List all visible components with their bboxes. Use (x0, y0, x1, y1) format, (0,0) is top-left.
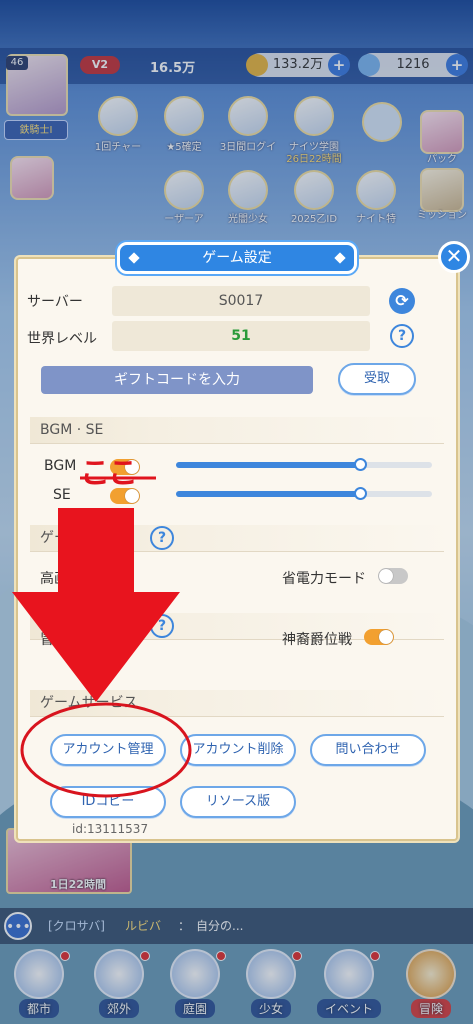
red-arrow-icon (12, 508, 180, 702)
annotation-overlay (12, 476, 192, 798)
annotation-circle (20, 702, 192, 798)
